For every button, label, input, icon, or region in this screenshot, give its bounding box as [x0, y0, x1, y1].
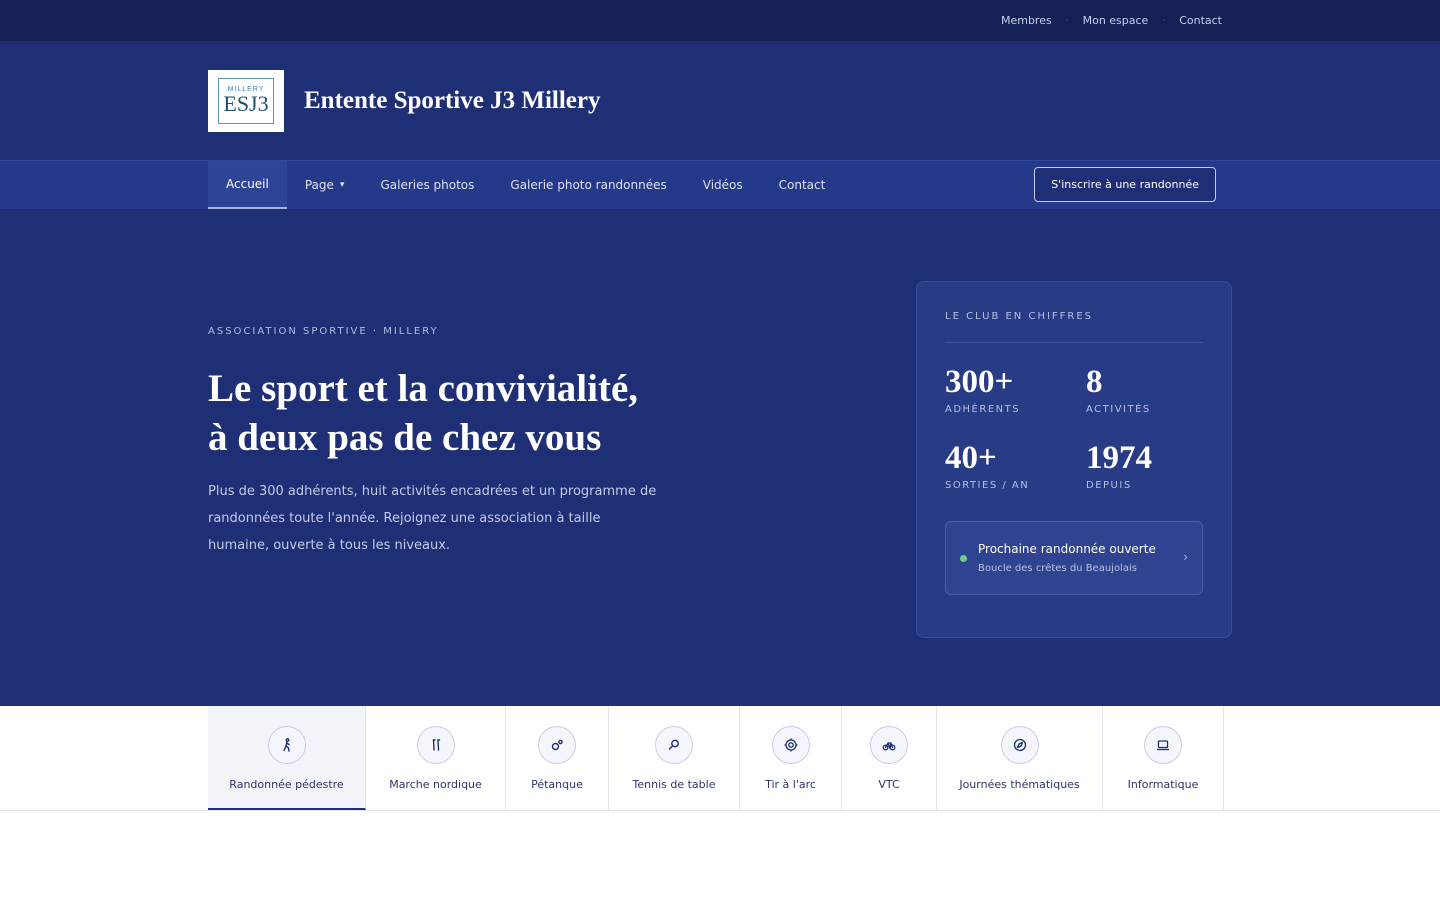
next-hike-link[interactable]: Prochaine randonnée ouverte Boucle des c…: [945, 521, 1203, 595]
hero-kicker: ASSOCIATION SPORTIVE · MILLERY: [208, 326, 439, 337]
topbar-separator: ·: [1065, 15, 1069, 26]
status-dot-icon: [960, 554, 967, 562]
activity-label: Randonnée pédestre: [229, 778, 344, 791]
activity-label: Journées thématiques: [959, 778, 1080, 791]
nav-item-galerie-randonnees[interactable]: Galerie photo randonnées: [492, 161, 684, 209]
activity-tir-a-larc[interactable]: Tir à l'arc: [740, 706, 842, 810]
activity-petanque[interactable]: Pétanque: [506, 706, 609, 810]
stat-item: 1974 DEPUIS: [1086, 439, 1206, 491]
site-title[interactable]: Entente Sportive J3 Millery: [304, 87, 600, 115]
activity-label: Pétanque: [531, 778, 583, 791]
card-title: LE CLUB EN CHIFFRES: [945, 311, 1203, 343]
topbar-link-membres[interactable]: Membres: [1001, 14, 1052, 27]
activity-label: Informatique: [1127, 778, 1199, 791]
headline-line-1: Le sport et la convivialité,: [208, 367, 639, 410]
top-bar: Membres · Mon espace · Contact: [0, 0, 1440, 41]
stat-value: 1974: [1086, 440, 1152, 476]
nav-item-accueil[interactable]: Accueil: [208, 161, 287, 209]
stat-item: 8 ACTIVITÉS: [1086, 363, 1206, 415]
next-hike-title: Prochaine randonnée ouverte: [978, 542, 1156, 556]
activity-informatique[interactable]: Informatique: [1103, 706, 1224, 810]
nav-item-page[interactable]: Page ▾: [287, 161, 363, 209]
topbar-separator: ·: [1162, 15, 1166, 26]
activity-tennis-de-table[interactable]: Tennis de table: [609, 706, 740, 810]
logo-emblem: MILLERY ESJ3: [218, 77, 274, 124]
club-stats-card: LE CLUB EN CHIFFRES 300+ ADHÉRENTS 8 ACT…: [916, 281, 1232, 638]
topbar-link-mon-espace[interactable]: Mon espace: [1083, 14, 1149, 27]
stat-label: DEPUIS: [1086, 480, 1132, 491]
hiker-icon: [267, 726, 306, 764]
nav-item-galeries-photos[interactable]: Galeries photos: [362, 161, 492, 209]
nav-item-label: Galerie photo randonnées: [510, 178, 667, 192]
nav-item-label: Contact: [778, 178, 826, 192]
laptop-icon: [1144, 726, 1182, 764]
site-logo[interactable]: MILLERY ESJ3: [208, 69, 284, 132]
activity-label: Tennis de table: [632, 778, 716, 791]
nav-item-contact[interactable]: Contact: [761, 161, 844, 209]
hero-section: ASSOCIATION SPORTIVE · MILLERY Le sport …: [0, 209, 1440, 706]
logo-main-text: ESJ3: [223, 91, 269, 116]
register-hike-button[interactable]: S'inscrire à une randonnée: [1034, 167, 1216, 202]
hero-lead: Plus de 300 adhérents, huit activités en…: [208, 484, 657, 553]
next-hike-text: Prochaine randonnée ouverte Boucle des c…: [978, 542, 1156, 574]
bike-icon: [870, 726, 908, 764]
stat-value: 40+: [945, 440, 997, 476]
activities-row: Randonnée pédestre Marche nordique Pétan…: [208, 706, 1224, 810]
activity-label: Marche nordique: [389, 778, 482, 791]
stat-item: 40+ SORTIES / AN: [945, 439, 1086, 491]
chevron-right-icon: ›: [1183, 550, 1188, 564]
hero-headline: Le sport et la convivialité, à deux pas …: [208, 364, 728, 462]
activity-label: VTC: [878, 778, 900, 791]
stat-label: SORTIES / AN: [945, 480, 1030, 491]
headline-line-2: à deux pas de chez vous: [208, 416, 602, 459]
stat-value: 8: [1086, 364, 1103, 400]
stat-label: ADHÉRENTS: [945, 404, 1021, 415]
target-icon: [771, 726, 810, 764]
site-header: MILLERY ESJ3 Entente Sportive J3 Millery: [0, 41, 1440, 160]
stat-label: ACTIVITÉS: [1086, 404, 1151, 415]
activity-label: Tir à l'arc: [765, 778, 816, 791]
activity-journees-thematiques[interactable]: Journées thématiques: [937, 706, 1103, 810]
activities-bar: Randonnée pédestre Marche nordique Pétan…: [0, 706, 1440, 811]
activity-marche-nordique[interactable]: Marche nordique: [366, 706, 506, 810]
activity-randonnee-pedestre[interactable]: Randonnée pédestre: [208, 706, 366, 810]
paddle-icon: [655, 726, 693, 764]
nav-item-label: Page: [304, 178, 334, 192]
nav-item-label: Galeries photos: [380, 178, 475, 192]
topbar-link-contact[interactable]: Contact: [1179, 14, 1222, 27]
activity-vtc[interactable]: VTC: [842, 706, 937, 810]
nav-item-label: Vidéos: [702, 178, 743, 192]
stat-value: 300+: [945, 364, 1014, 400]
stat-item: 300+ ADHÉRENTS: [945, 363, 1086, 415]
chevron-down-icon: ▾: [339, 180, 345, 190]
nav-item-label: Accueil: [226, 177, 269, 191]
main-nav: Accueil Page ▾ Galeries photos Galerie ph…: [0, 160, 1440, 209]
nav-item-videos[interactable]: Vidéos: [685, 161, 761, 209]
stats-grid: 300+ ADHÉRENTS 8 ACTIVITÉS 40+ SORTIES /…: [945, 363, 1203, 491]
nordic-poles-icon: [416, 726, 455, 764]
compass-icon: [1000, 726, 1039, 764]
next-hike-subtitle: Boucle des crêtes du Beaujolais: [978, 563, 1137, 574]
boules-icon: [538, 726, 576, 764]
